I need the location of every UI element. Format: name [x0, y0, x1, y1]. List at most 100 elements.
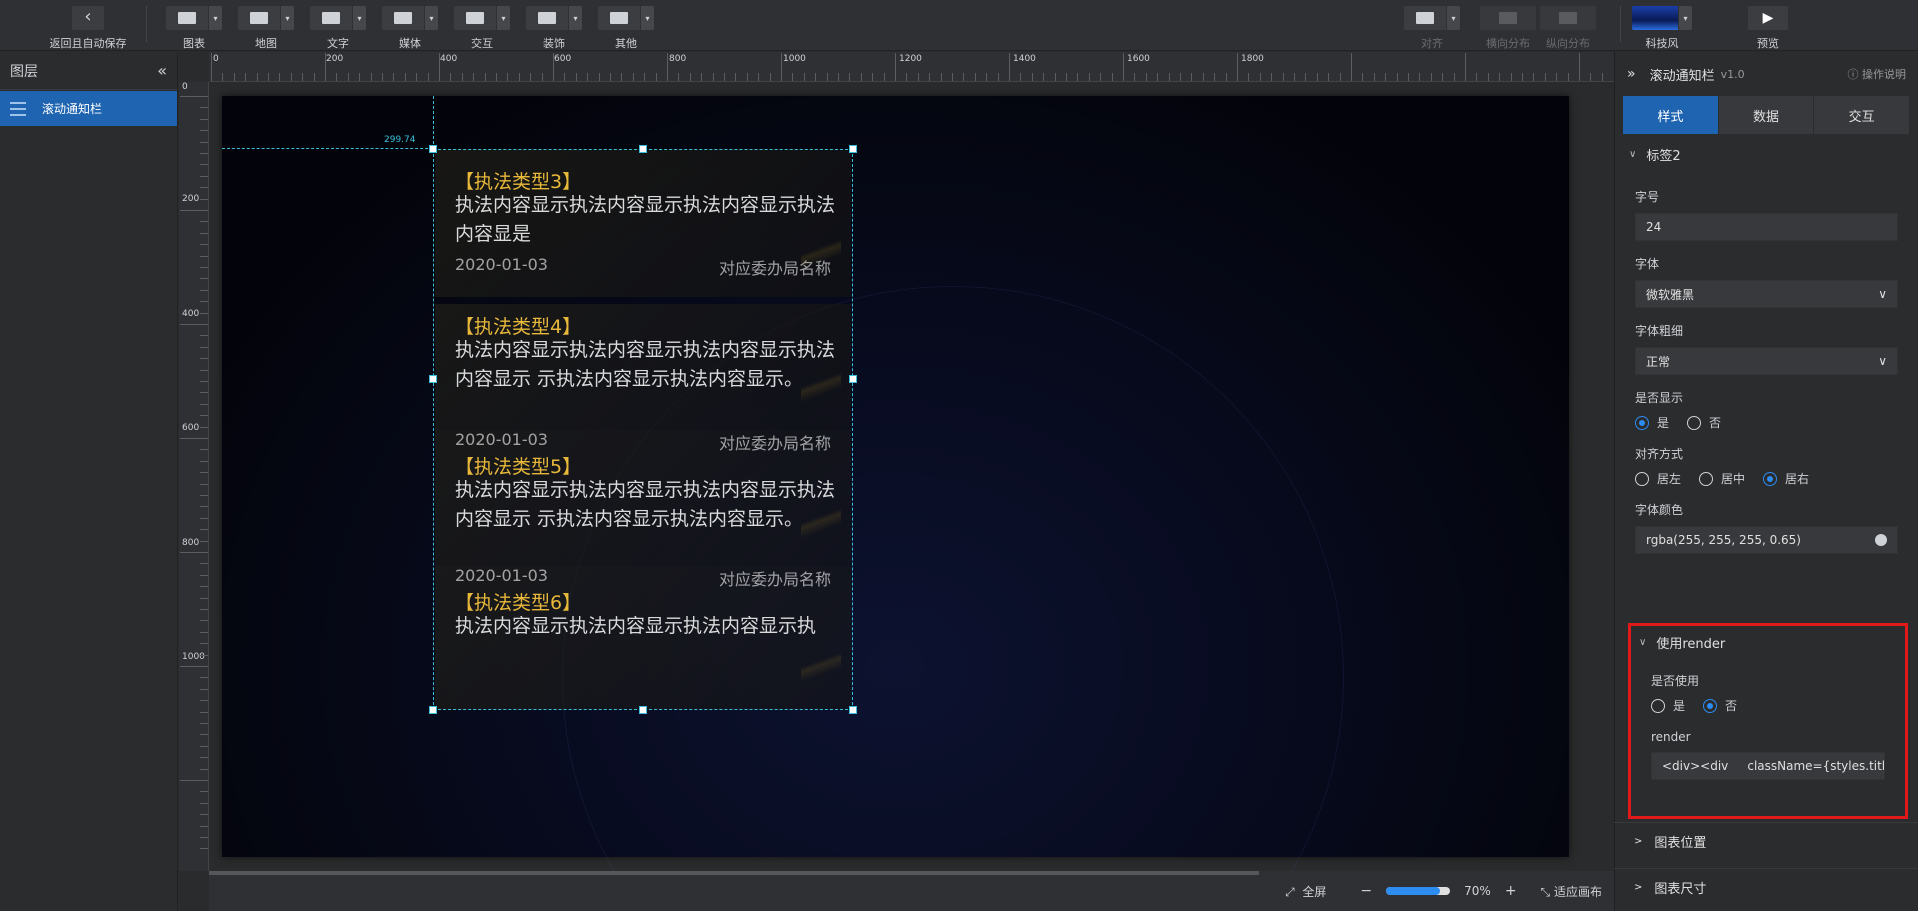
- ruler-label: 0: [182, 82, 188, 92]
- help-link[interactable]: ⓘ 操作说明: [1848, 66, 1907, 82]
- show-no-radio[interactable]: 否: [1687, 414, 1721, 431]
- other-menu-button[interactable]: ▾ 其他: [598, 6, 654, 51]
- chevron-down-icon[interactable]: ▾: [496, 6, 510, 30]
- tab-interaction[interactable]: 交互: [1814, 96, 1910, 134]
- chart-position-section[interactable]: > 图表位置: [1614, 822, 1918, 860]
- divider: [1620, 6, 1621, 42]
- resize-handle[interactable]: [849, 375, 857, 383]
- ruler-label: 600: [554, 54, 572, 64]
- ruler-tick: [180, 324, 208, 325]
- text-menu-button[interactable]: ▾ 文字: [310, 6, 366, 51]
- fullscreen-label: 全屏: [1302, 884, 1327, 899]
- section-title: 图表尺寸: [1654, 882, 1707, 897]
- collapse-left-icon[interactable]: «: [157, 61, 167, 80]
- tab-style[interactable]: 样式: [1623, 96, 1718, 134]
- layer-list-icon: [10, 101, 26, 116]
- layer-item-scroll-notice[interactable]: 滚动通知栏: [0, 91, 177, 126]
- chart-menu-button[interactable]: ▾ 图表: [166, 6, 222, 51]
- panel-header: » 滚动通知栏 v1.0 ⓘ 操作说明: [1615, 52, 1918, 96]
- font-family-select[interactable]: 微软雅黑 ∨: [1635, 280, 1898, 308]
- scroll-thumb[interactable]: [209, 871, 1259, 875]
- align-left-radio[interactable]: 居左: [1635, 470, 1681, 487]
- zoom-in-icon[interactable]: +: [1505, 883, 1517, 899]
- resize-handle[interactable]: [429, 706, 437, 714]
- resize-handle[interactable]: [849, 706, 857, 714]
- show-yes-radio[interactable]: 是: [1635, 414, 1669, 431]
- show-label: 是否显示: [1635, 391, 1684, 405]
- resize-handle[interactable]: [849, 145, 857, 153]
- ruler-tick: [200, 301, 208, 303]
- interaction-menu-button[interactable]: ▾ 交互: [454, 6, 510, 51]
- expand-right-icon[interactable]: »: [1627, 66, 1636, 82]
- resize-handle[interactable]: [639, 706, 647, 714]
- chevron-down-icon[interactable]: ▾: [208, 6, 222, 30]
- chevron-down-icon[interactable]: ▾: [280, 6, 294, 30]
- design-canvas[interactable]: 299.74 【执法类型3】 执法内容显示执法内容显示执法内容显示执法内容显是 …: [222, 96, 1569, 911]
- back-save-button[interactable]: ‹ 返回且自动保存: [44, 6, 132, 51]
- ruler-tick: [484, 73, 486, 81]
- ruler-tick: [313, 73, 315, 81]
- h-distribute-button[interactable]: 横向分布: [1480, 6, 1536, 51]
- selection-box[interactable]: [429, 145, 857, 714]
- align-button[interactable]: ▾ 对齐: [1404, 6, 1460, 51]
- ruler-tick: [1430, 73, 1432, 81]
- ruler-tick: [325, 53, 326, 81]
- chevron-down-icon[interactable]: ▾: [640, 6, 654, 30]
- chevron-left-icon: ‹: [72, 6, 104, 30]
- highlight-box: ∨ 使用render 是否使用 是 否 render <div><div cla…: [1628, 623, 1908, 819]
- resize-handle[interactable]: [429, 145, 437, 153]
- chevron-down-icon[interactable]: ▾: [1446, 6, 1460, 30]
- chart-size-section[interactable]: > 图表尺寸: [1614, 868, 1918, 906]
- ruler-label: 1000: [182, 652, 205, 662]
- ruler-tick: [1316, 73, 1318, 81]
- resize-handle[interactable]: [429, 375, 437, 383]
- ruler-tick: [200, 654, 208, 656]
- ruler-tick: [200, 825, 208, 827]
- ruler-tick: [200, 346, 208, 348]
- preview-button[interactable]: ▶ 预览: [1748, 6, 1788, 51]
- render-section-toggle[interactable]: ∨ 使用render: [1639, 626, 1885, 658]
- ruler-tick: [200, 472, 208, 474]
- editor-stage[interactable]: 0 200 400 600 800 1000 1200 1400 1600 18…: [179, 52, 1614, 911]
- chevron-down-icon[interactable]: ▾: [1678, 6, 1692, 30]
- theme-button[interactable]: ▾ 科技风: [1632, 6, 1692, 51]
- zoom-slider[interactable]: [1386, 887, 1451, 895]
- ruler-tick: [815, 73, 817, 81]
- label2-section-toggle[interactable]: ∨ 标签2: [1629, 134, 1898, 174]
- ruler-tick: [1465, 53, 1466, 81]
- v-distribute-button[interactable]: 纵向分布: [1540, 6, 1596, 51]
- fullscreen-button[interactable]: ⤢ 全屏: [1285, 883, 1326, 900]
- ruler-tick: [1339, 73, 1341, 81]
- media-menu-button[interactable]: ▾ 媒体: [382, 6, 438, 51]
- use-yes-radio[interactable]: 是: [1651, 697, 1685, 714]
- align-right-radio[interactable]: 居右: [1763, 470, 1809, 487]
- font-color-input[interactable]: rgba(255, 255, 255, 0.65): [1635, 526, 1898, 554]
- decoration-menu-button[interactable]: ▾ 装饰: [526, 6, 582, 51]
- guide-distance-label: 299.74: [384, 135, 416, 145]
- ruler-tick: [1522, 73, 1523, 81]
- use-no-radio[interactable]: 否: [1703, 697, 1737, 714]
- ruler-tick: [758, 73, 760, 81]
- render-code-input[interactable]: <div><div className={styles.titl: [1651, 752, 1885, 780]
- ruler-tick: [200, 597, 208, 599]
- chevron-down-icon[interactable]: ▾: [568, 6, 582, 30]
- tab-data[interactable]: 数据: [1718, 96, 1814, 134]
- align-center-radio[interactable]: 居中: [1699, 470, 1745, 487]
- zoom-out-icon[interactable]: −: [1360, 883, 1372, 899]
- ruler-tick: [382, 73, 383, 81]
- font-weight-select[interactable]: 正常 ∨: [1635, 347, 1898, 375]
- fit-canvas-button[interactable]: ⤡ 适应画布: [1541, 883, 1602, 900]
- ruler-tick: [200, 278, 208, 280]
- chevron-down-icon[interactable]: ▾: [424, 6, 438, 30]
- guide-line-horizontal: [222, 148, 433, 149]
- ruler-tick: [1385, 73, 1387, 81]
- back-save-label: 返回且自动保存: [49, 37, 127, 50]
- map-menu-button[interactable]: ▾ 地图: [238, 6, 294, 51]
- chevron-down-icon[interactable]: ▾: [352, 6, 366, 30]
- show-radio-group: 是 否: [1635, 414, 1898, 431]
- radio-label: 否: [1709, 416, 1722, 430]
- color-swatch[interactable]: [1875, 534, 1887, 546]
- ruler-tick: [200, 358, 208, 360]
- font-size-input[interactable]: 24: [1635, 213, 1898, 241]
- resize-handle[interactable]: [639, 145, 647, 153]
